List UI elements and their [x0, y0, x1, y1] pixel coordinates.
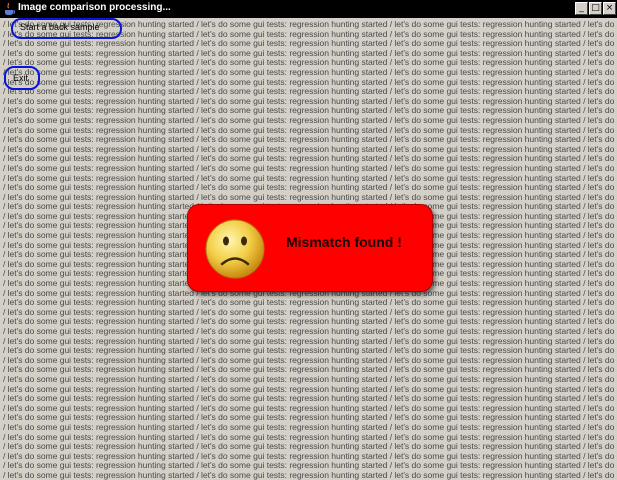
- background-text-line: / let's do some gui tests: regression hu…: [3, 163, 617, 173]
- background-text-line: / let's do some gui tests: regression hu…: [3, 87, 617, 97]
- background-text-line: / let's do some gui tests: regression hu…: [3, 365, 617, 375]
- background-text-line: / let's do some gui tests: regression hu…: [3, 432, 617, 442]
- background-text-line: / let's do some gui tests: regression hu…: [3, 192, 617, 202]
- sad-face-icon: [205, 219, 265, 279]
- close-button[interactable]: ×: [603, 2, 616, 15]
- background-text-line: / let's do some gui tests: regression hu…: [3, 298, 617, 308]
- background-text-line: / let's do some gui tests: regression hu…: [3, 67, 617, 77]
- java-cup-icon: [5, 2, 15, 15]
- background-text-line: / let's do some gui tests: regression hu…: [3, 115, 617, 125]
- background-text-line: / let's do some gui tests: regression hu…: [3, 394, 617, 404]
- maximize-button[interactable]: □: [589, 2, 602, 15]
- background-text-line: / let's do some gui tests: regression hu…: [3, 96, 617, 106]
- background-text-line: / let's do some gui tests: regression hu…: [3, 173, 617, 183]
- background-text-line: / let's do some gui tests: regression hu…: [3, 307, 617, 317]
- background-text-line: / let's do some gui tests: regression hu…: [3, 154, 617, 164]
- background-text-line: / let's do some gui tests: regression hu…: [3, 384, 617, 394]
- background-text-line: / let's do some gui tests: regression hu…: [3, 442, 617, 452]
- background-text-line: / let's do some gui tests: regression hu…: [3, 125, 617, 135]
- close-icon: ×: [605, 3, 614, 13]
- background-text-line: / let's do some gui tests: regression hu…: [3, 39, 617, 49]
- background-text-line: / let's do some gui tests: regression hu…: [3, 144, 617, 154]
- mismatch-message: Mismatch found !: [286, 234, 402, 250]
- mismatch-popup: Mismatch found !: [187, 204, 433, 292]
- background-text-line: / let's do some gui tests: regression hu…: [3, 48, 617, 58]
- background-text-line: / let's do some gui tests: regression hu…: [3, 355, 617, 365]
- background-text-line: / let's do some gui tests: regression hu…: [3, 346, 617, 356]
- background-text-line: / let's do some gui tests: regression hu…: [3, 77, 617, 87]
- background-text-line: / let's do some gui tests: regression hu…: [3, 413, 617, 423]
- background-text-line: / let's do some gui tests: regression hu…: [3, 451, 617, 461]
- background-text-line: / let's do some gui tests: regression hu…: [3, 374, 617, 384]
- background-text-line: / let's do some gui tests: regression hu…: [3, 470, 617, 480]
- background-text-line: / let's do some gui tests: regression hu…: [3, 106, 617, 116]
- background-text-line: / let's do some gui tests: regression hu…: [3, 183, 617, 193]
- background-text-line: / let's do some gui tests: regression hu…: [3, 403, 617, 413]
- minimize-icon: _: [579, 3, 584, 13]
- background-text-line: / let's do some gui tests: regression hu…: [3, 317, 617, 327]
- background-text-line: / let's do some gui tests: regression hu…: [3, 336, 617, 346]
- background-text-line: / let's do some gui tests: regression hu…: [3, 58, 617, 68]
- background-text-line: / let's do some gui tests: regression hu…: [3, 422, 617, 432]
- background-text-line: / let's do some gui tests: regression hu…: [3, 327, 617, 336]
- window-title: Image comparison processing...: [18, 2, 171, 13]
- minimize-button[interactable]: _: [575, 2, 588, 15]
- start-sample-button[interactable]: Start a back sample: [20, 22, 100, 32]
- background-text-line: / let's do some gui tests: regression hu…: [3, 461, 617, 471]
- maximize-icon: □: [591, 3, 600, 13]
- background-text-line: / let's do some gui tests: regression hu…: [3, 135, 617, 145]
- exit-button[interactable]: Exit: [13, 73, 28, 83]
- title-bar[interactable]: Image comparison processing... _ □ ×: [0, 0, 617, 18]
